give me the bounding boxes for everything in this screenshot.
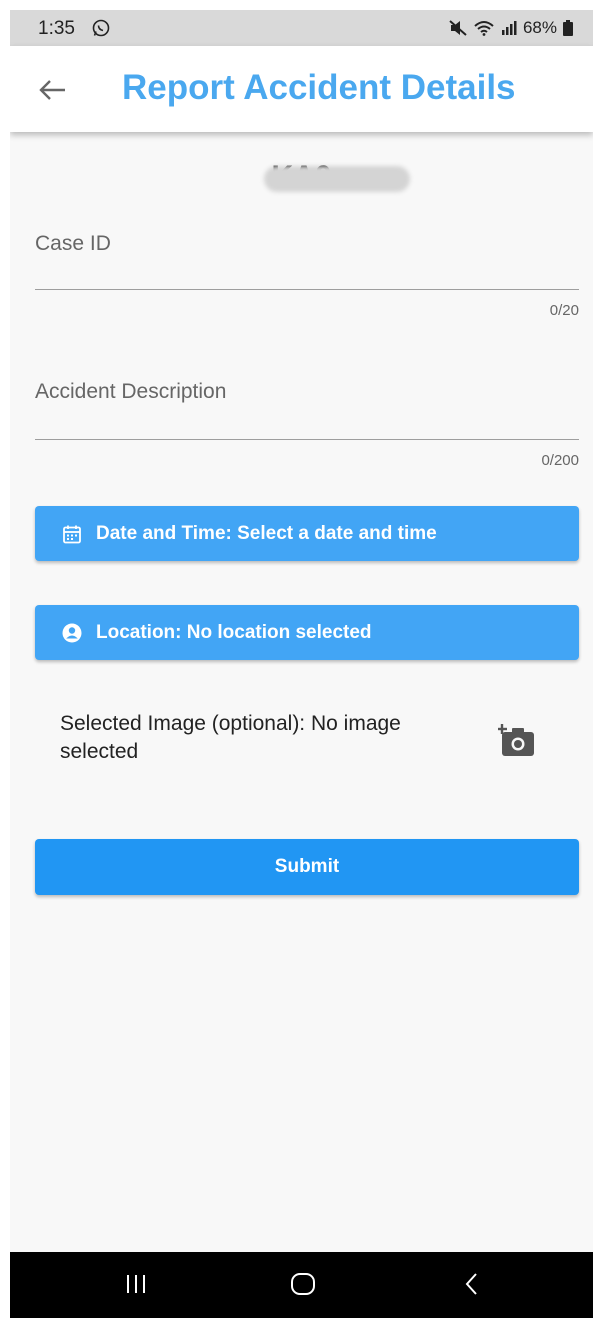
arrow-left-icon [39, 80, 65, 100]
calendar-icon [62, 524, 82, 544]
submit-button[interactable]: Submit [35, 839, 579, 895]
date-time-button-label: Date and Time: Select a date and time [96, 522, 437, 544]
location-button[interactable]: Location: No location selected [35, 605, 579, 660]
status-bar: 1:35 68% [10, 10, 593, 46]
page-title: Report Accident Details [122, 68, 516, 107]
selected-image-text: Selected Image (optional): No image sele… [60, 712, 401, 763]
add-photo-button[interactable] [497, 722, 538, 758]
chevron-left-icon [465, 1273, 477, 1295]
status-time: 1:35 [38, 18, 75, 39]
case-id-input[interactable] [35, 250, 579, 290]
description-field: Accident Description 0/200 [35, 378, 579, 478]
recent-apps-icon [127, 1275, 145, 1293]
wifi-icon [473, 20, 495, 36]
screen: 1:35 68% Report Accident Details KA0 [10, 10, 593, 1318]
mute-icon [449, 20, 467, 36]
whatsapp-icon [92, 19, 110, 37]
location-button-label: Location: No location selected [96, 621, 372, 643]
description-input[interactable] [35, 400, 579, 440]
battery-icon [563, 20, 573, 36]
case-id-field: Case ID 0/20 [35, 228, 579, 328]
app-bar: Report Accident Details [10, 46, 593, 132]
description-counter: 0/200 [541, 452, 579, 469]
recent-apps-button[interactable] [124, 1270, 148, 1303]
submit-button-label: Submit [274, 856, 340, 877]
redacted-vehicle-number [264, 166, 410, 192]
case-id-counter: 0/20 [549, 302, 579, 319]
back-nav-button[interactable] [460, 1270, 484, 1303]
status-icons: 68% [449, 18, 573, 38]
signal-icon [501, 20, 517, 36]
back-button[interactable] [32, 70, 72, 110]
home-icon [291, 1273, 315, 1295]
add-photo-icon [497, 724, 534, 756]
battery-level: 68% [522, 18, 557, 37]
home-button[interactable] [289, 1270, 317, 1303]
navigation-bar [10, 1252, 593, 1318]
date-time-button[interactable]: Date and Time: Select a date and time [35, 506, 579, 561]
account-circle-icon [62, 623, 82, 643]
